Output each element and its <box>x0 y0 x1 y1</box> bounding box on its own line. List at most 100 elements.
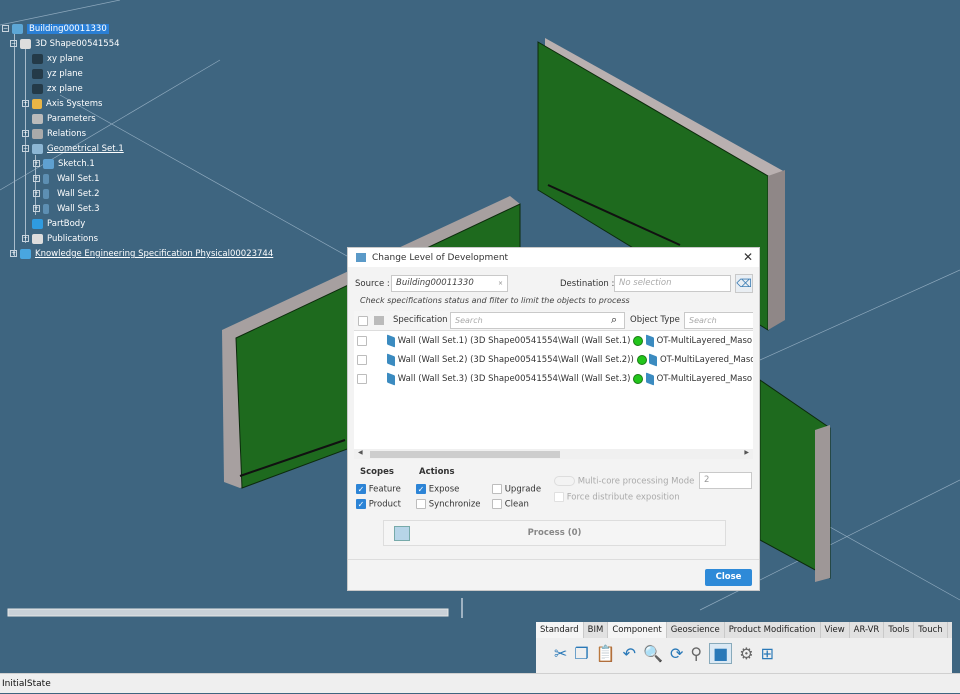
status-filter-icon <box>374 316 384 325</box>
building-icon <box>12 23 23 34</box>
table-row[interactable]: Wall (Wall Set.2) (3D Shape00541554\Wall… <box>354 351 753 369</box>
destination-label: Destination : <box>560 279 615 289</box>
synchronize-checkbox[interactable]: Synchronize <box>416 499 481 510</box>
tree-item-relations[interactable]: + Relations <box>22 127 86 141</box>
tab-bim[interactable]: BIM <box>584 622 609 638</box>
expose-checkbox[interactable]: ✓ Expose <box>416 484 459 495</box>
change-lod-dialog: Change Level of Development ✕ Source : B… <box>347 247 760 591</box>
tree-item-wall-set-2[interactable]: + Wall Set.2 <box>33 187 100 201</box>
scopes-heading: Scopes <box>360 467 394 477</box>
multicore-spinbox[interactable]: 2 <box>699 472 752 489</box>
tree-item-3d-shape[interactable]: −3D Shape00541554 <box>10 37 120 51</box>
lod-cube-icon[interactable]: ■ <box>709 642 733 664</box>
spec-search-input[interactable]: Search <box>450 312 625 329</box>
destination-field[interactable]: No selection <box>614 275 731 292</box>
table-row[interactable]: Wall (Wall Set.1) (3D Shape00541554\Wall… <box>354 332 753 350</box>
row-checkbox[interactable] <box>357 373 367 384</box>
clean-checkbox[interactable]: Clean <box>492 499 529 510</box>
axis-system-icon <box>32 98 42 109</box>
type-search-input[interactable]: Search <box>684 312 753 329</box>
tree-item-zx-plane[interactable]: zx plane <box>32 82 83 96</box>
object-type-icon <box>649 353 658 366</box>
status-ok-icon <box>633 335 644 346</box>
dialog-icon <box>356 253 366 262</box>
parameters-icon <box>32 113 43 124</box>
horizontal-scrollbar <box>7 608 449 617</box>
product-checkbox[interactable]: ✓ Product <box>356 499 401 510</box>
sketch-icon <box>43 158 54 169</box>
tab-touch[interactable]: Touch <box>914 622 948 638</box>
tab-view[interactable]: View <box>821 622 850 638</box>
status-ok-icon <box>633 373 644 384</box>
geometrical-set-icon <box>32 143 43 154</box>
spec-column-header: Specification <box>393 315 448 325</box>
tab-component[interactable]: Component <box>608 622 667 638</box>
row-checkbox[interactable] <box>357 335 367 346</box>
actions-heading: Actions <box>419 467 455 477</box>
publications-icon <box>32 233 43 244</box>
wall-icon <box>43 188 49 199</box>
tree-item-root[interactable]: − Building00011330 <box>2 22 109 36</box>
zoom-icon[interactable]: 🔍 <box>643 644 663 663</box>
tree-item-sketch[interactable]: + Sketch.1 <box>33 157 95 171</box>
force-distribute-checkbox[interactable]: Force distribute exposition <box>554 492 680 503</box>
process-button[interactable]: Process (0) <box>383 520 726 546</box>
plane-icon <box>32 68 43 79</box>
close-button[interactable]: Close <box>705 569 752 586</box>
knowledge-icon <box>20 248 31 259</box>
object-type-icon <box>645 334 654 347</box>
tab-tools[interactable]: Tools <box>884 622 915 638</box>
specification-list: Specification Search ⌕ Object Type Searc… <box>354 311 753 459</box>
tree-item-kes[interactable]: + Knowledge Engineering Specification Phy… <box>10 247 273 261</box>
scrollbar-thumb[interactable] <box>370 451 560 458</box>
tree-item-axis-systems[interactable]: + Axis Systems <box>22 97 102 111</box>
row-checkbox[interactable] <box>357 354 367 365</box>
select-all-checkbox[interactable] <box>358 316 368 326</box>
undo-icon[interactable]: ↶ <box>623 644 636 663</box>
axis-tool-icon[interactable]: ⚲ <box>690 644 702 663</box>
wall-icon <box>387 372 395 385</box>
upgrade-checkbox[interactable]: Upgrade <box>492 484 541 495</box>
process-icon <box>394 526 410 541</box>
tab-geoscience[interactable]: Geoscience <box>667 622 725 638</box>
paste-icon[interactable]: 📋 <box>596 644 616 663</box>
multicore-toggle[interactable]: Multi-core processing Mode <box>554 476 694 487</box>
status-bar: InitialState <box>0 673 960 693</box>
transform-icon[interactable]: ⚙ <box>739 644 753 663</box>
axis-line <box>759 269 960 361</box>
source-label: Source : <box>355 279 390 289</box>
tree-item-parameters[interactable]: Parameters <box>32 112 96 126</box>
search-icon[interactable]: ⌕ <box>611 313 617 327</box>
tree-item-xy-plane[interactable]: xy plane <box>32 52 83 66</box>
eraser-button[interactable]: ⌫ <box>735 274 753 293</box>
source-field[interactable]: Building00011330 × <box>391 275 508 292</box>
status-ok-icon <box>636 354 647 365</box>
update-icon[interactable]: ⟳ <box>670 644 683 663</box>
tab-standard[interactable]: Standard <box>536 622 584 638</box>
tree-item-publications[interactable]: + Publications <box>22 232 98 246</box>
tree-item-geometrical-set[interactable]: − Geometrical Set.1 <box>22 142 124 156</box>
plane-icon <box>32 53 43 64</box>
tab-ar-vr[interactable]: AR-VR <box>850 622 885 638</box>
clear-source-icon[interactable]: × <box>498 276 503 291</box>
partbody-icon <box>32 218 43 229</box>
list-horizontal-scrollbar[interactable]: ◀ ▶ <box>354 449 753 459</box>
copy-icon[interactable]: ❐ <box>574 644 588 663</box>
tree-item-yz-plane[interactable]: yz plane <box>32 67 83 81</box>
tree-item-partbody[interactable]: PartBody <box>32 217 85 231</box>
tree-item-wall-set-3[interactable]: + Wall Set.3 <box>33 202 100 216</box>
tab-product-modification[interactable]: Product Modification <box>725 622 821 638</box>
wall-set-3[interactable] <box>759 379 831 582</box>
action-bar-tabs: Standard BIM Component Geoscience Produc… <box>536 622 952 638</box>
object-type-icon <box>645 372 654 385</box>
feature-checkbox[interactable]: ✓ Feature <box>356 484 401 495</box>
close-icon[interactable]: ✕ <box>743 250 753 264</box>
list-header: Specification Search ⌕ Object Type Searc… <box>354 311 753 331</box>
cut-icon[interactable]: ✂ <box>554 644 567 663</box>
component-icon[interactable]: ⊞ <box>761 644 774 663</box>
table-row[interactable]: Wall (Wall Set.3) (3D Shape00541554\Wall… <box>354 370 753 388</box>
wall-icon <box>43 203 49 214</box>
tree-item-wall-set-1[interactable]: + Wall Set.1 <box>33 172 100 186</box>
dialog-titlebar[interactable]: Change Level of Development <box>348 248 759 267</box>
wall-icon <box>387 334 395 347</box>
